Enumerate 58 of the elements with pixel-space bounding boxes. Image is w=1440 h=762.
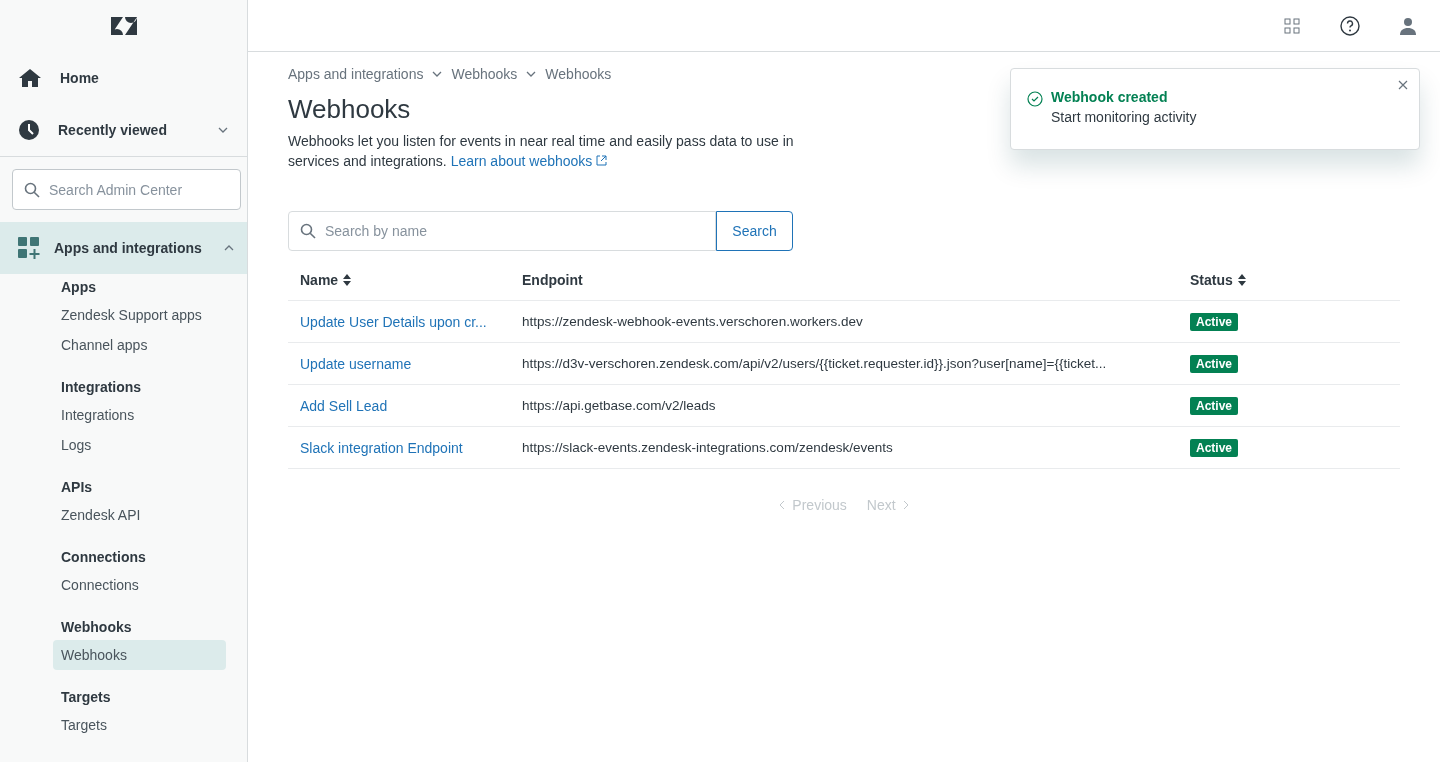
status-badge: Active [1190, 396, 1239, 415]
nav-link[interactable]: Targets [53, 710, 226, 740]
nav-group-heading: Connections [60, 548, 147, 567]
nav-link[interactable]: Webhooks [53, 640, 226, 670]
webhook-link[interactable]: Add Sell Lead [300, 397, 522, 414]
nav-item[interactable]: Recently viewed [0, 104, 247, 156]
breadcrumb-link[interactable]: Webhooks [545, 66, 612, 82]
nav-group-heading: Apps [60, 278, 97, 297]
nav-link[interactable]: Zendesk API [53, 500, 226, 530]
column-header[interactable]: Status [1190, 271, 1233, 288]
page-description: Webhooks let you listen for events in near real time and easily pass data to use in services and integrations. Learn about webhooks [288, 132, 795, 171]
column-header: Endpoint [522, 271, 583, 288]
nav-section[interactable]: Apps and integrations [0, 222, 247, 274]
breadcrumb-link[interactable]: Webhooks [451, 66, 518, 82]
grid-icon[interactable] [1282, 15, 1302, 36]
webhook-link[interactable]: Slack integration Endpoint [300, 439, 522, 456]
nav-group-heading: Webhooks [60, 618, 133, 637]
search-field[interactable]: Search by name [288, 211, 716, 251]
apps-plus-icon [18, 237, 40, 259]
nav-group-heading: APIs [60, 478, 94, 497]
search-icon [24, 181, 40, 198]
endpoint-cell-text: https://slack-events.zendesk-integrations.com/zendesk/events [522, 440, 894, 455]
nav-item[interactable]: Home [0, 52, 247, 104]
learn-link[interactable]: Learn about webhooks [450, 153, 608, 169]
logo-icon[interactable] [109, 16, 138, 36]
status-badge: Active [1190, 354, 1239, 373]
nav-link[interactable]: Zendesk Support apps [53, 300, 226, 330]
page-title: Webhooks [288, 94, 411, 125]
breadcrumb-link[interactable]: Apps and integrations [288, 66, 424, 82]
house-icon [18, 68, 42, 88]
sort-icon[interactable] [342, 273, 353, 286]
nav-group-heading: Targets [60, 688, 112, 707]
sort-icon[interactable] [1236, 273, 1247, 286]
endpoint-cell-text: https://api.getbase.com/v2/leads [522, 398, 717, 413]
chevron-left-icon [778, 500, 787, 510]
column-header[interactable]: Name [300, 271, 339, 288]
nav-link[interactable]: Connections [53, 570, 226, 600]
webhook-link[interactable]: Update username [300, 355, 522, 372]
close-icon[interactable] [1397, 79, 1409, 91]
nav-link[interactable]: Channel apps [53, 330, 226, 360]
nav-group-heading: Integrations [60, 378, 143, 397]
toast-message: Start monitoring activity [1051, 109, 1198, 125]
user-icon[interactable] [1398, 15, 1418, 36]
search-icon [300, 223, 316, 239]
status-badge: Active [1190, 438, 1239, 457]
check-circle-icon [1027, 91, 1043, 107]
endpoint-cell-text: https://zendesk-webhook-events.verschoren.workers.dev [522, 314, 864, 329]
status-badge: Active [1190, 312, 1239, 331]
webhook-link[interactable]: Update User Details upon cr... [300, 313, 522, 330]
search-button[interactable]: Search [716, 211, 793, 251]
external-link-icon [596, 155, 608, 166]
toast-title: Webhook created [1051, 89, 1169, 105]
endpoint-cell-text: https://d3v-verschoren.zendesk.com/api/v2/users/{{ticket.requester.id}}.json?user[name]={{ticket... [522, 356, 1108, 371]
search-field[interactable]: Search Admin Center [12, 169, 241, 210]
help-icon[interactable] [1340, 15, 1360, 36]
nav-link[interactable]: Logs [53, 430, 226, 460]
nav-link[interactable]: Integrations [53, 400, 226, 430]
clock-icon [18, 119, 40, 141]
